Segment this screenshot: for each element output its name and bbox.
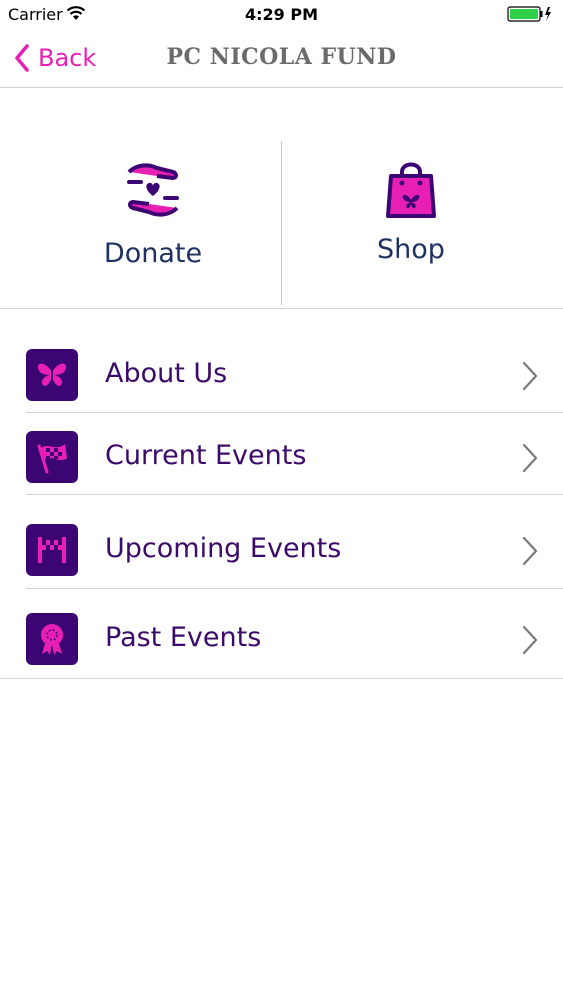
status-time: 4:29 PM xyxy=(244,5,318,24)
navigation-bar: Back PC NICOLA FUND xyxy=(0,30,563,88)
menu-item-past-events[interactable]: Past Events xyxy=(0,589,563,679)
menu-item-label: Current Events xyxy=(105,440,307,471)
action-panel: Donate Shop xyxy=(0,88,563,309)
shop-label: Shop xyxy=(377,234,445,265)
finish-line-icon xyxy=(26,524,78,576)
action-divider xyxy=(281,141,282,305)
menu-item-label: About Us xyxy=(105,358,228,389)
menu-item-about-us[interactable]: About Us xyxy=(0,330,563,420)
page-title: PC NICOLA FUND xyxy=(166,44,397,70)
chevron-right-icon xyxy=(522,625,538,655)
menu-item-current-events[interactable]: Current Events xyxy=(0,413,563,503)
menu-item-upcoming-events[interactable]: Upcoming Events xyxy=(0,495,563,585)
chevron-right-icon xyxy=(522,443,538,473)
donate-hands-icon xyxy=(127,163,179,217)
chevron-right-icon xyxy=(522,536,538,566)
checkered-flag-icon xyxy=(26,431,78,483)
shopping-bag-icon xyxy=(386,162,436,218)
donate-label: Donate xyxy=(103,238,203,269)
butterfly-icon xyxy=(26,349,78,401)
chevron-right-icon xyxy=(522,361,538,391)
award-ribbon-icon xyxy=(26,613,78,665)
shop-button[interactable]: Shop xyxy=(311,158,511,278)
battery-icon xyxy=(507,6,551,26)
menu-divider xyxy=(0,678,563,679)
donate-button[interactable]: Donate xyxy=(53,158,253,278)
menu-item-label: Upcoming Events xyxy=(105,533,342,564)
status-bar: Carrier 4:29 PM xyxy=(0,0,563,30)
menu-item-label: Past Events xyxy=(105,622,262,653)
